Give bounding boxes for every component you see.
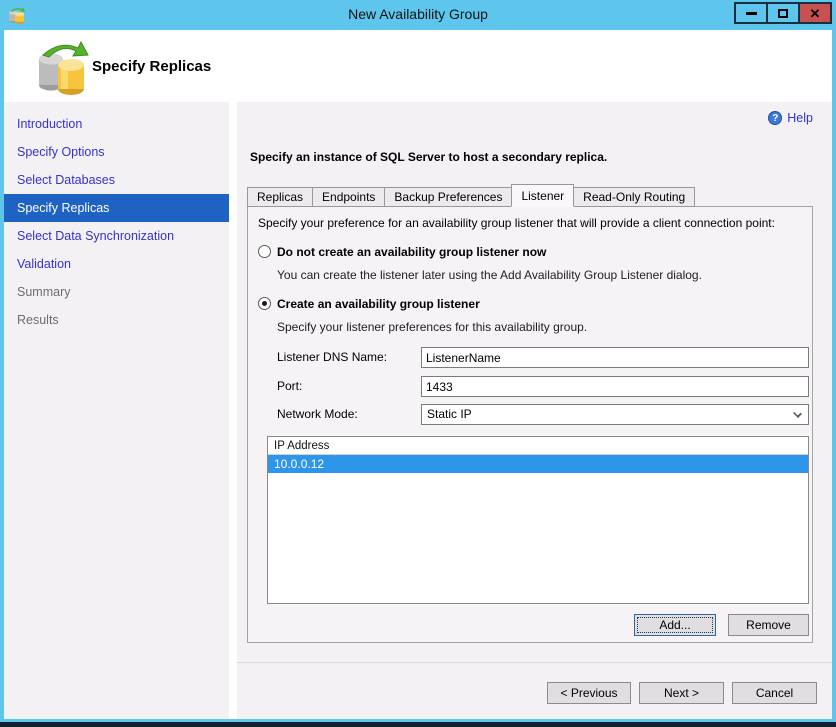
help-link[interactable]: ? Help <box>768 111 813 125</box>
listener-description: Specify your preference for an availabil… <box>258 216 775 230</box>
dns-name-label: Listener DNS Name: <box>277 350 388 364</box>
radio-create-listener[interactable] <box>258 297 271 310</box>
page-title: Specify Replicas <box>92 58 212 75</box>
sidebar-item-introduction[interactable]: Introduction <box>4 110 229 138</box>
sidebar-item-specify-replicas[interactable]: Specify Replicas <box>4 194 229 222</box>
network-mode-label: Network Mode: <box>277 407 358 421</box>
window-title: New Availability Group <box>348 6 488 22</box>
footer-divider <box>237 662 832 663</box>
help-label: Help <box>787 111 813 125</box>
port-label: Port: <box>277 379 303 393</box>
tab-backup-preferences[interactable]: Backup Preferences <box>384 187 513 207</box>
instruction-text: Specify an instance of SQL Server to hos… <box>250 150 608 164</box>
chevron-down-icon <box>793 409 802 418</box>
sidebar-item-specify-options[interactable]: Specify Options <box>4 138 229 166</box>
cancel-button[interactable]: Cancel <box>732 682 817 704</box>
dns-name-input[interactable] <box>421 347 809 368</box>
tab-listener[interactable]: Listener <box>511 184 575 207</box>
tab-replicas[interactable]: Replicas <box>247 187 314 207</box>
listener-tab-panel: Specify your preference for an availabil… <box>247 206 813 643</box>
minimize-icon <box>745 11 757 15</box>
previous-button[interactable]: < Previous <box>547 682 631 704</box>
radio-do-not-create-listener[interactable] <box>258 245 271 258</box>
sidebar-item-results: Results <box>17 313 59 327</box>
ip-address-row[interactable]: 10.0.0.12 <box>268 455 808 473</box>
ip-address-list: IP Address 10.0.0.12 <box>267 436 809 604</box>
sidebar-item-select-data-synchronization[interactable]: Select Data Synchronization <box>4 222 229 250</box>
tab-bar: Replicas Endpoints Backup Preferences Li… <box>247 184 696 207</box>
radio-create-listener-label[interactable]: Create an availability group listener <box>277 297 480 311</box>
sidebar-content-divider <box>229 102 237 719</box>
next-button[interactable]: Next > <box>639 682 724 704</box>
radio-do-not-create-listener-label[interactable]: Do not create an availability group list… <box>277 245 546 259</box>
tab-endpoints[interactable]: Endpoints <box>312 187 386 207</box>
bottom-dark-strip <box>0 722 836 727</box>
sidebar-item-validation[interactable]: Validation <box>4 250 229 278</box>
network-mode-value: Static IP <box>427 407 472 421</box>
radio-do-not-create-listener-description: You can create the listener later using … <box>277 268 702 282</box>
ip-address-column-header[interactable]: IP Address <box>268 437 808 455</box>
port-input[interactable] <box>421 376 809 397</box>
new-availability-group-window: New Availability Group ✕ Specify Replica… <box>0 0 836 727</box>
minimize-button[interactable] <box>734 2 768 24</box>
radio-create-listener-description: Specify your listener preferences for th… <box>277 320 588 334</box>
remove-button[interactable]: Remove <box>728 614 809 636</box>
titlebar: New Availability Group ✕ <box>0 0 836 30</box>
maximize-button[interactable] <box>766 2 800 24</box>
wizard-steps-sidebar: Introduction Specify Options Select Data… <box>4 102 229 719</box>
main-content: ? Help Specify an instance of SQL Server… <box>237 102 832 719</box>
tab-read-only-routing[interactable]: Read-Only Routing <box>573 187 696 207</box>
dialog-body: Specify Replicas Introduction Specify Op… <box>4 30 832 719</box>
close-button[interactable]: ✕ <box>798 2 832 24</box>
help-icon: ? <box>768 111 783 125</box>
sidebar-item-summary: Summary <box>17 285 71 299</box>
wizard-header: Specify Replicas <box>4 30 832 102</box>
replicas-database-icon <box>36 38 90 99</box>
maximize-icon <box>778 8 788 18</box>
add-button[interactable]: Add... <box>634 614 716 636</box>
close-icon: ✕ <box>809 5 821 21</box>
network-mode-select[interactable]: Static IP <box>421 404 809 425</box>
sidebar-item-select-databases[interactable]: Select Databases <box>4 166 229 194</box>
